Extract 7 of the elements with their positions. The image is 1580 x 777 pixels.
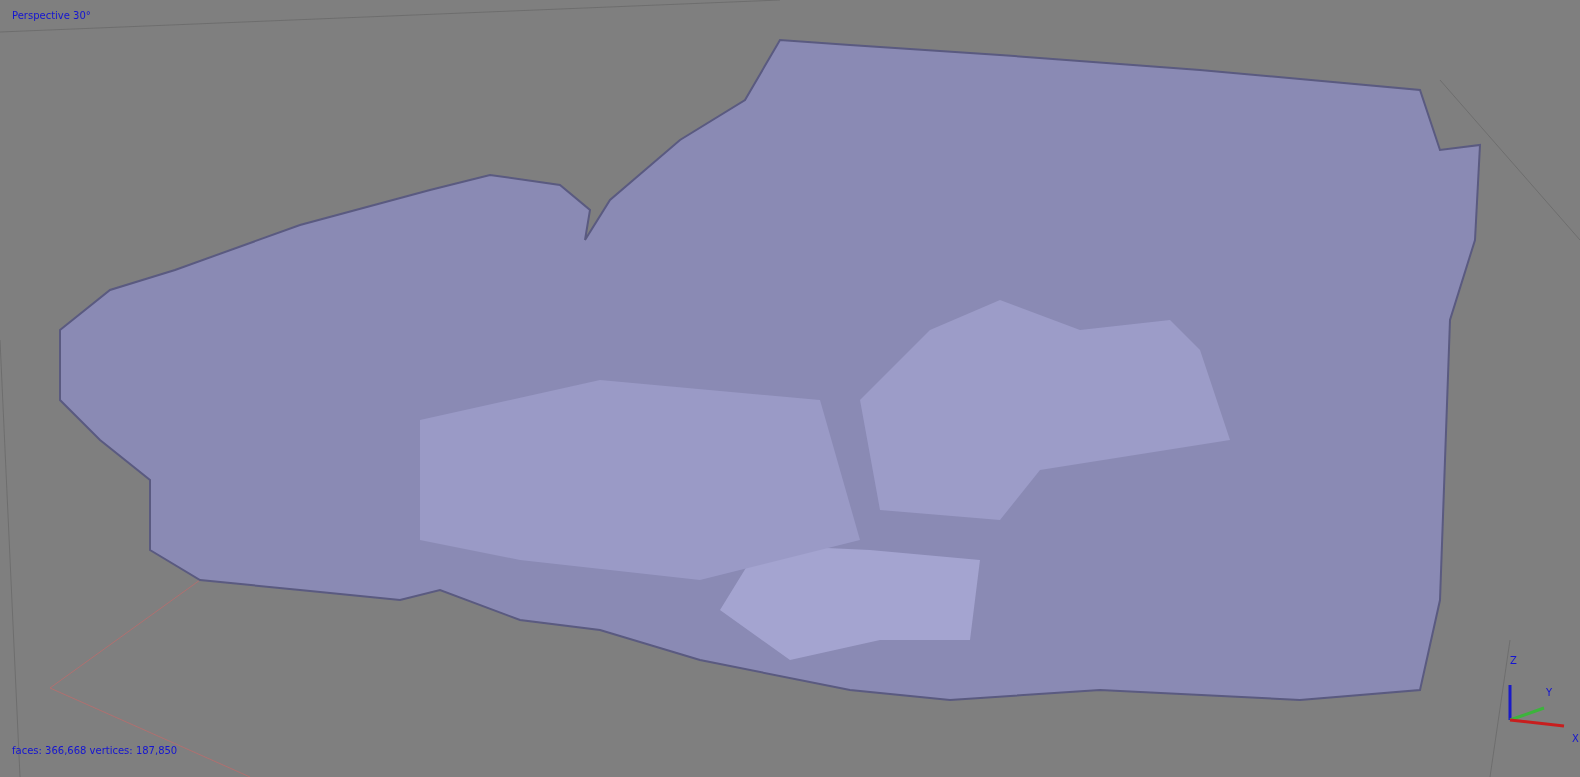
3d-viewport[interactable]: Perspective 30° faces: 366,668 vertices: 187,850 Z Y X [0, 0, 1580, 777]
axis-label: X [1572, 734, 1579, 744]
projection-label: Perspective 30° [12, 10, 91, 21]
mesh-stats: faces: 366,668 vertices: 187,850 [12, 745, 178, 756]
axis-label: Y [1546, 688, 1553, 698]
axis-label: Z [1510, 656, 1517, 666]
axis-gizmo-drawing [1508, 685, 1565, 728]
